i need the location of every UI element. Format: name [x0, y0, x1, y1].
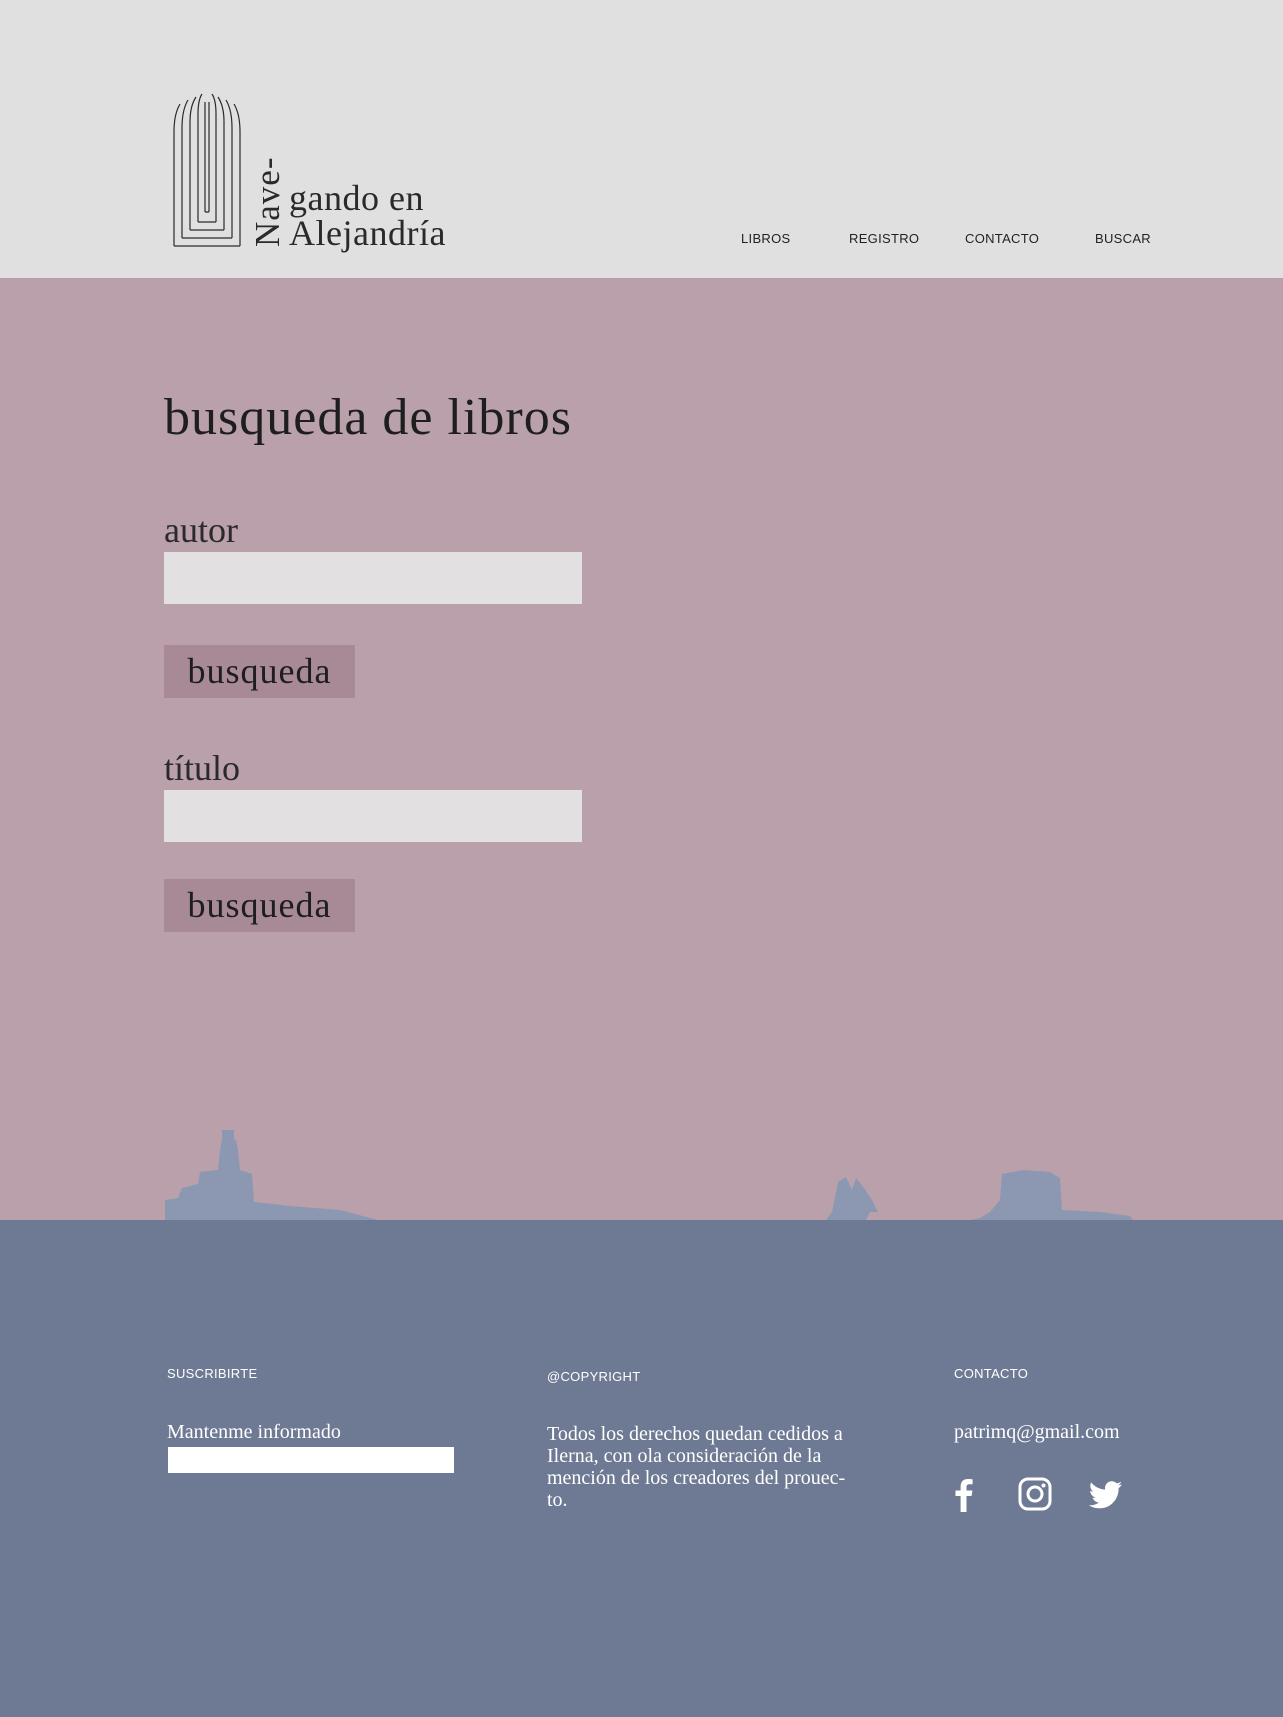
title-label: título [164, 748, 241, 788]
copyright-heading: @COPYRIGHT [547, 1369, 641, 1384]
nav-buscar[interactable]: BUSCAR [1095, 231, 1151, 246]
contact-heading: CONTACTO [954, 1366, 1029, 1381]
site-footer: SUSCRIBIRTE Mantenme informado @COPYRIGH… [0, 1220, 1283, 1717]
search-section: busqueda de libros autor busqueda título… [0, 278, 1283, 1220]
book-stack-logo-icon [173, 93, 241, 247]
newsletter-email-input[interactable] [168, 1447, 454, 1473]
instagram-icon[interactable] [1017, 1476, 1053, 1512]
page-title: busqueda de libros [164, 389, 572, 446]
author-search-button[interactable]: busqueda [164, 645, 355, 698]
author-label: autor [164, 510, 238, 550]
brand-line-1: gando en [289, 178, 424, 218]
facebook-icon[interactable] [946, 1476, 982, 1512]
brand-vertical-text: Nave- [248, 156, 287, 247]
coastline-scenery-illustration [165, 1130, 1136, 1230]
copyright-text: Todos los derechos quedan cedidos a Iler… [547, 1423, 846, 1511]
site-header: Nave- gando en Alejandría LIBROS REGISTR… [0, 0, 1283, 278]
twitter-icon[interactable] [1088, 1476, 1124, 1512]
subscribe-label: Mantenme informado [167, 1421, 341, 1443]
nav-libros[interactable]: LIBROS [741, 231, 790, 246]
brand-line-2: Alejandría [289, 213, 446, 253]
nav-contacto[interactable]: CONTACTO [965, 231, 1039, 246]
author-input[interactable] [164, 552, 582, 604]
lighthouse-icon [165, 1130, 385, 1230]
ruins-island-icon [955, 1170, 1136, 1224]
title-search-button[interactable]: busqueda [164, 879, 355, 932]
subscribe-heading: SUSCRIBIRTE [167, 1366, 258, 1381]
title-input[interactable] [164, 790, 582, 842]
nav-registro[interactable]: REGISTRO [849, 231, 919, 246]
contact-email[interactable]: patrimq@gmail.com [954, 1421, 1120, 1443]
